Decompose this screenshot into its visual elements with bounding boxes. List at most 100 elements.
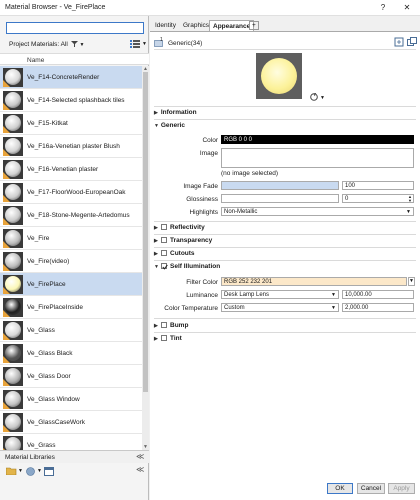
collapse-libraries-icon[interactable]: ≪ <box>136 452 144 461</box>
list-item[interactable]: Ve_Glass Door <box>0 365 142 388</box>
material-sphere-icon <box>5 138 21 154</box>
tab-graphics[interactable]: Graphics <box>180 20 212 31</box>
list-item[interactable]: Ve_F17-FloorWood-EuropeanOak <box>0 181 142 204</box>
list-item[interactable]: Ve_Glass Black <box>0 342 142 365</box>
list-item[interactable]: Ve_F18-Stone-Megente-Artedomus <box>0 204 142 227</box>
preview-options-chevron-icon[interactable]: ▼ <box>320 95 325 101</box>
materials-scrollbar[interactable]: ▲ ▼ <box>142 66 149 450</box>
expand-arrow-icon[interactable]: ▶ <box>154 225 159 231</box>
glossiness-input[interactable]: 0 ▲ ▼ <box>342 194 414 203</box>
project-materials-filter[interactable]: Project Materials: All ▼ <box>9 41 84 48</box>
section-transparency[interactable]: ▶ Transparency <box>154 237 212 244</box>
material-sphere-icon <box>5 207 21 223</box>
material-name: Ve_Grass <box>27 442 56 449</box>
tab-identity[interactable]: Identity <box>152 20 179 31</box>
color-temperature-row: Color Temperature <box>150 303 218 314</box>
self-illumination-checkbox[interactable] <box>161 263 168 270</box>
material-name: Ve_Glass Door <box>27 373 71 380</box>
luminance-select[interactable]: Desk Lamp Lens ▼ <box>221 290 339 299</box>
open-library-icon[interactable] <box>5 467 17 477</box>
glossiness-value: 0 <box>345 196 349 202</box>
filter-icon[interactable] <box>70 41 78 47</box>
filter-color-swatch[interactable]: RGB 252 232 201 <box>221 277 407 286</box>
list-item[interactable]: Ve_F16-Venetian plaster <box>0 158 142 181</box>
tab-appearance[interactable]: Appearance <box>209 20 255 31</box>
section-generic[interactable]: ▼ Generic <box>154 122 185 129</box>
expand-arrow-icon[interactable]: ▶ <box>154 110 159 116</box>
duplicate-asset-icon[interactable] <box>407 37 417 49</box>
view-options-icon[interactable] <box>130 40 140 50</box>
collapse-panel-icon[interactable]: ≪ <box>136 465 144 474</box>
luminance-input[interactable]: 10,000.00 <box>342 290 414 299</box>
expand-arrow-icon[interactable]: ▶ <box>154 336 159 342</box>
list-item[interactable]: Ve_FirePlace <box>0 273 142 296</box>
section-bump[interactable]: ▶ Bump <box>154 322 188 329</box>
material-sphere-icon <box>5 253 21 269</box>
collapse-arrow-icon[interactable]: ▼ <box>154 123 159 129</box>
collapse-arrow-icon[interactable]: ▼ <box>154 264 159 270</box>
list-item[interactable]: Ve_Glass <box>0 319 142 342</box>
expand-arrow-icon[interactable]: ▶ <box>154 238 159 244</box>
section-cutouts[interactable]: ▶ Cutouts <box>154 250 195 257</box>
list-item[interactable]: Ve_Fire(video) <box>0 250 142 273</box>
chevron-down-icon[interactable]: ▼ <box>80 42 85 48</box>
image-fade-slider[interactable] <box>221 181 339 190</box>
list-item[interactable]: Ve_F14-Selected splashback tiles <box>0 89 142 112</box>
material-libraries-bar[interactable]: Material Libraries ≪ <box>0 450 149 463</box>
tint-checkbox[interactable] <box>161 335 167 341</box>
section-transparency-label: Transparency <box>170 237 213 244</box>
section-information[interactable]: ▶ Information <box>154 109 197 116</box>
replace-asset-icon[interactable] <box>394 37 404 49</box>
list-item[interactable]: Ve_F15-Kitkat <box>0 112 142 135</box>
create-material-icon[interactable] <box>26 467 35 478</box>
list-item[interactable]: Ve_Fire <box>0 227 142 250</box>
preview-options-icon[interactable] <box>310 92 318 103</box>
color-temperature-number: 2,000.00 <box>345 305 369 311</box>
expand-arrow-icon[interactable]: ▶ <box>154 323 159 329</box>
list-item[interactable]: Ve_F14-ConcreteRender <box>0 66 142 89</box>
glossiness-slider[interactable] <box>221 194 339 203</box>
chevron-down-icon[interactable]: ▼ <box>331 292 336 298</box>
section-tint[interactable]: ▶ Tint <box>154 335 182 342</box>
view-options-chevron-icon[interactable]: ▼ <box>142 41 147 47</box>
divider <box>154 247 416 248</box>
cancel-button[interactable]: Cancel <box>357 483 385 494</box>
ok-button[interactable]: OK <box>327 483 353 494</box>
column-name-header[interactable]: Name <box>27 57 44 64</box>
transparency-checkbox[interactable] <box>161 237 167 243</box>
filter-color-menu-icon[interactable]: ▼ <box>408 277 415 286</box>
close-button[interactable]: ✕ <box>400 2 414 14</box>
asset-browser-icon[interactable] <box>44 467 54 478</box>
list-item[interactable]: Ve_F16a-Venetian plaster Blush <box>0 135 142 158</box>
reflectivity-checkbox[interactable] <box>161 224 167 230</box>
material-sphere-icon <box>5 184 21 200</box>
color-swatch-field[interactable]: RGB 0 0 0 <box>221 135 414 144</box>
add-asset-tab[interactable]: + <box>249 21 259 30</box>
section-self-illumination[interactable]: ▼ Self Illumination <box>154 263 220 270</box>
image-slot[interactable] <box>221 148 414 168</box>
list-item[interactable]: Ve_FirePlaceInside <box>0 296 142 319</box>
search-input[interactable] <box>6 22 144 34</box>
list-item[interactable]: Ve_Grass <box>0 434 142 450</box>
expand-arrow-icon[interactable]: ▶ <box>154 251 159 257</box>
chevron-down-icon[interactable]: ▼ <box>406 209 411 215</box>
scrollbar-thumb[interactable] <box>143 72 148 392</box>
list-item[interactable]: Ve_Glass Window <box>0 388 142 411</box>
create-material-chevron-icon[interactable]: ▼ <box>37 468 42 474</box>
image-fade-input[interactable]: 100 <box>342 181 414 190</box>
color-temperature-input[interactable]: 2,000.00 <box>342 303 414 312</box>
luminance-row: Luminance <box>150 290 218 301</box>
color-temperature-select[interactable]: Custom ▼ <box>221 303 339 312</box>
bump-checkbox[interactable] <box>161 322 167 328</box>
chevron-down-icon[interactable]: ▼ <box>331 305 336 311</box>
library-menu-chevron-icon[interactable]: ▼ <box>18 468 23 474</box>
help-button[interactable]: ? <box>376 2 390 14</box>
window-title: Material Browser - Ve_FirePlace <box>5 4 106 11</box>
cutouts-checkbox[interactable] <box>161 250 167 256</box>
spinner-icon[interactable]: ▲ ▼ <box>408 195 412 202</box>
section-reflectivity[interactable]: ▶ Reflectivity <box>154 224 205 231</box>
highlights-select[interactable]: Non-Metallic ▼ <box>221 207 414 216</box>
apply-button[interactable]: Apply <box>388 483 415 494</box>
list-item[interactable]: Ve_GlassCaseWork <box>0 411 142 434</box>
section-information-label: Information <box>160 109 197 116</box>
